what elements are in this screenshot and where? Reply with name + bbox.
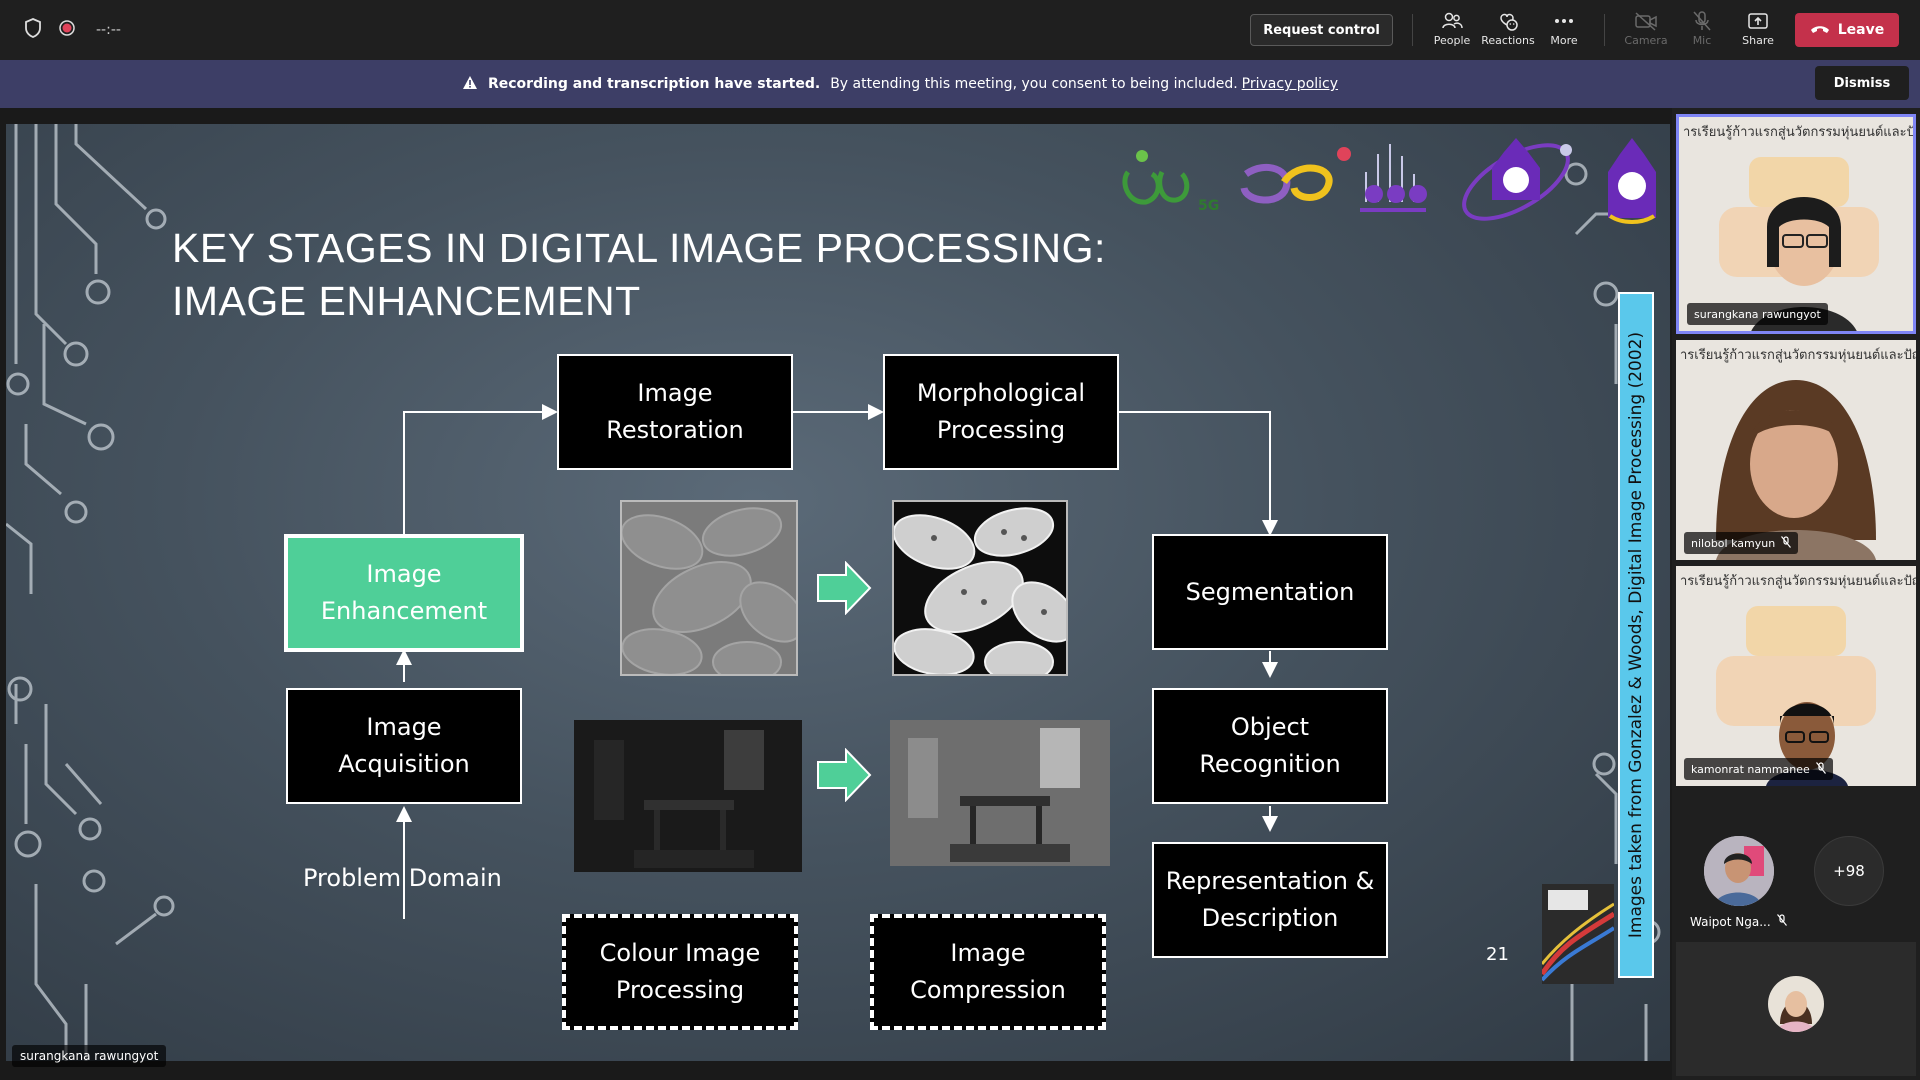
segmentation-box: Segmentation bbox=[1152, 534, 1388, 650]
self-photo bbox=[1768, 976, 1824, 1032]
self-avatar bbox=[1768, 976, 1824, 1032]
participant-name: kamonrat nammanee bbox=[1691, 762, 1810, 776]
enhancement-arrow-icon bbox=[817, 748, 872, 802]
leave-label: Leave bbox=[1837, 22, 1885, 38]
people-label: People bbox=[1433, 34, 1471, 47]
participant-name: nilobol kamyun bbox=[1691, 536, 1776, 550]
pollen-enhanced-image bbox=[892, 500, 1068, 676]
credit-text-container: Images taken from Gonzalez & Woods, Digi… bbox=[1618, 292, 1654, 978]
overflow-participants: +98 Waipot Nga... bbox=[1672, 828, 1920, 938]
participant-photo bbox=[1704, 836, 1774, 906]
participant-tile[interactable]: ารเรียนรู้ก้าวแรกสู่นวัตกรรมหุ่นยนต์และป… bbox=[1676, 114, 1916, 334]
participant-name: Waipot Nga... bbox=[1690, 914, 1771, 929]
slide-page-number: 21 bbox=[1486, 944, 1509, 965]
mic-off-icon bbox=[1781, 535, 1792, 551]
presentation-slide: 5G KEY STAGES IN DIGITAL IMAGE PROCESSIN… bbox=[6, 124, 1670, 1061]
more-label: More bbox=[1550, 34, 1578, 47]
mic-off-icon bbox=[1692, 8, 1712, 34]
banner-title: Recording and transcription have started… bbox=[487, 76, 821, 92]
dark-room-image bbox=[574, 720, 802, 872]
recording-icon bbox=[58, 19, 76, 41]
mic-label: Mic bbox=[1692, 34, 1712, 47]
image-acquisition-box: Image Acquisition bbox=[286, 688, 522, 804]
phone-hangup-icon bbox=[1810, 22, 1830, 38]
more-icon bbox=[1553, 8, 1575, 34]
share-icon bbox=[1747, 8, 1769, 34]
reactions-button[interactable]: Reactions bbox=[1480, 8, 1536, 54]
shield-icon bbox=[24, 18, 42, 42]
enhancement-arrow-icon bbox=[817, 561, 872, 615]
warning-icon bbox=[462, 75, 478, 94]
meeting-status: --:-- bbox=[24, 18, 121, 42]
toolbar-divider bbox=[1412, 14, 1413, 46]
representation-description-box: Representation & Description bbox=[1152, 842, 1388, 958]
book-cover-image bbox=[1542, 884, 1614, 984]
participant-name-tag: surangkana rawungyot bbox=[1687, 303, 1828, 325]
participant-video bbox=[1716, 606, 1876, 786]
colour-image-processing-box: Colour Image Processing bbox=[562, 914, 798, 1030]
camera-label: Camera bbox=[1624, 34, 1668, 47]
bright-room-image bbox=[890, 720, 1110, 866]
mic-off-icon bbox=[1815, 761, 1826, 777]
self-view-tile[interactable] bbox=[1676, 942, 1916, 1076]
share-button[interactable]: Share bbox=[1730, 8, 1786, 54]
object-recognition-box: Object Recognition bbox=[1152, 688, 1388, 804]
more-button[interactable]: More bbox=[1536, 8, 1592, 54]
people-button[interactable]: People bbox=[1424, 8, 1480, 54]
participant-panel: ารเรียนรู้ก้าวแรกสู่นวัตกรรมหุ่นยนต์และป… bbox=[1672, 108, 1920, 1080]
image-enhancement-box: Image Enhancement bbox=[284, 534, 524, 652]
banner-text: By attending this meeting, you consent t… bbox=[830, 76, 1238, 92]
participant-video bbox=[1719, 157, 1879, 331]
shared-content-stage: 5G KEY STAGES IN DIGITAL IMAGE PROCESSIN… bbox=[0, 108, 1672, 1080]
participant-video bbox=[1716, 380, 1876, 560]
more-participants-count[interactable]: +98 bbox=[1814, 836, 1884, 906]
dismiss-button[interactable]: Dismiss bbox=[1815, 66, 1909, 100]
share-label: Share bbox=[1742, 34, 1774, 47]
mic-button[interactable]: Mic bbox=[1674, 8, 1730, 54]
toolbar-divider bbox=[1604, 14, 1605, 46]
pollen-low-contrast-image bbox=[620, 500, 798, 676]
request-control-button[interactable]: Request control bbox=[1250, 14, 1393, 46]
avatar[interactable] bbox=[1704, 836, 1774, 906]
participant-tile[interactable]: ารเรียนรู้ก้าวแรกสู่นวัตกรรมหุ่นยนต์และป… bbox=[1676, 340, 1916, 560]
participant-name-tag: nilobol kamyun bbox=[1684, 532, 1799, 554]
reactions-icon bbox=[1497, 8, 1519, 34]
image-compression-box: Image Compression bbox=[870, 914, 1106, 1030]
camera-button[interactable]: Camera bbox=[1618, 8, 1674, 54]
leave-button[interactable]: Leave bbox=[1795, 13, 1899, 47]
camera-off-icon bbox=[1634, 8, 1658, 34]
reactions-label: Reactions bbox=[1481, 34, 1535, 47]
meeting-toolbar: --:-- Request control People Reactions M… bbox=[0, 0, 1920, 60]
recording-banner: Recording and transcription have started… bbox=[0, 60, 1920, 108]
meeting-timer: --:-- bbox=[96, 22, 121, 38]
participant-name-tag: kamonrat nammanee bbox=[1684, 758, 1833, 780]
problem-domain-label: Problem Domain bbox=[303, 864, 502, 892]
mic-off-icon bbox=[1776, 914, 1787, 929]
privacy-policy-link[interactable]: Privacy policy bbox=[1242, 76, 1338, 92]
participant-tile[interactable]: ารเรียนรู้ก้าวแรกสู่นวัตกรรมหุ่นยนต์และป… bbox=[1676, 566, 1916, 786]
presenter-name-tag: surangkana rawungyot bbox=[12, 1045, 167, 1067]
image-credit-text: Images taken from Gonzalez & Woods, Digi… bbox=[1626, 331, 1646, 939]
avatar-name-tag: Waipot Nga... bbox=[1690, 914, 1787, 929]
participant-name: surangkana rawungyot bbox=[1694, 307, 1821, 321]
morphological-processing-box: Morphological Processing bbox=[883, 354, 1119, 470]
image-restoration-box: Image Restoration bbox=[557, 354, 793, 470]
people-icon bbox=[1441, 8, 1463, 34]
